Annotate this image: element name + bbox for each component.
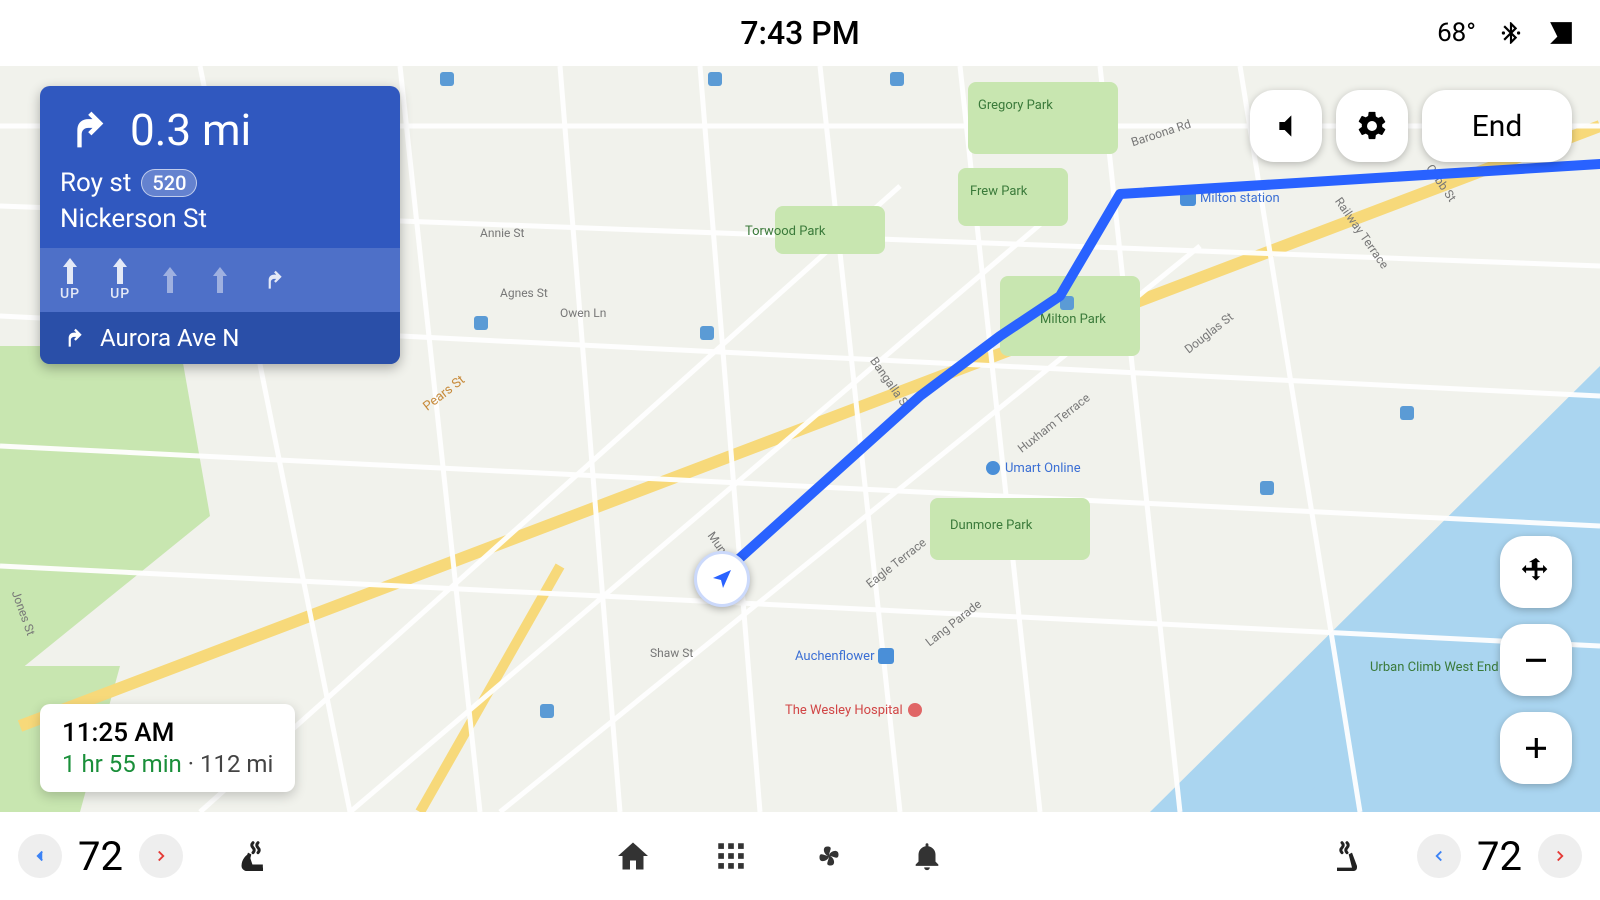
map-top-controls: End [1250,90,1572,162]
chevron-right-icon [1551,847,1569,865]
map-view[interactable]: Gregory Park Frew Park Torwood Park Milt… [0,66,1600,812]
lane-up [210,267,230,293]
bus-stop-icon [474,316,488,330]
climate-left: 72 [18,833,273,880]
eta-arrival-time: 11:25 AM [62,718,273,748]
nav-next-step: Aurora Ave N [40,312,400,364]
nav-toward-street: Nickerson St [40,204,400,248]
seat-heat-left-button[interactable] [233,836,273,876]
turn-right-icon [60,104,112,156]
climate-right-temp: 72 [1471,833,1528,880]
chevron-left-icon [31,847,49,865]
eta-distance: 112 mi [200,750,273,778]
navigation-card[interactable]: 0.3 mi Roy st 520 Nickerson St UP UP Aur… [40,86,400,364]
nav-next-street: Aurora Ave N [100,324,239,352]
apps-grid-icon [714,839,748,873]
home-button[interactable] [614,837,652,875]
road-label: Agnes St [500,286,548,300]
nav-street-row: Roy st 520 [40,168,400,204]
road-label: Owen Ln [560,306,606,320]
bus-stop-icon [700,326,714,340]
park-label: Gregory Park [978,98,1053,113]
fan-icon [810,837,848,875]
apps-button[interactable] [712,837,750,875]
poi-generic: Urban Climb West End [1370,660,1499,675]
bus-stop-icon [1260,481,1274,495]
bus-stop-icon [708,72,722,86]
chevron-right-icon [152,847,170,865]
route-badge: 520 [141,169,197,197]
lane-right [260,267,286,293]
volume-icon [1270,110,1302,142]
bluetooth-icon [1496,18,1526,48]
park-label: Frew Park [970,184,1027,199]
park-label: Milton Park [1040,312,1106,327]
temp-down-right-button[interactable] [1417,834,1461,878]
plus-icon [1521,733,1551,763]
fan-button[interactable] [810,837,848,875]
lane-up: UP [60,258,80,302]
bus-stop-icon [540,704,554,718]
bottom-nav [273,837,1287,875]
chevron-left-icon [1430,847,1448,865]
bus-stop-icon [1060,296,1074,310]
nav-lanes: UP UP [40,248,400,312]
lane-up [160,267,180,293]
pan-button[interactable] [1500,536,1572,608]
bell-icon [910,839,944,873]
status-time: 7:43 PM [740,14,859,52]
road-label: Shaw St [650,646,693,660]
climate-left-temp: 72 [72,833,129,880]
status-temperature: 68° [1437,18,1476,48]
climate-right: 72 [1287,833,1582,880]
poi-shop: Umart Online [985,460,1081,476]
mute-button[interactable] [1250,90,1322,162]
temp-up-right-button[interactable] [1538,834,1582,878]
park-label: Dunmore Park [950,518,1032,533]
status-bar: 7:43 PM 68° [0,0,1600,66]
nav-distance: 0.3 mi [130,104,251,156]
nav-maneuver-row: 0.3 mi [40,86,400,168]
poi-transit: Auchenflower [795,648,894,664]
bus-stop-icon [890,72,904,86]
map-side-controls [1500,536,1572,784]
notifications-button[interactable] [908,837,946,875]
settings-button[interactable] [1336,90,1408,162]
park-area [968,82,1118,154]
bus-stop-icon [440,72,454,86]
poi-hospital: The Wesley Hospital [785,702,923,718]
minus-icon [1521,645,1551,675]
seat-heat-icon [233,836,273,876]
gear-icon [1355,109,1389,143]
nav-street-name: Roy st [60,168,131,198]
poi-transit: Milton station [1180,190,1280,206]
turn-right-icon [60,325,86,351]
move-icon [1519,555,1553,589]
temp-down-left-button[interactable] [18,834,62,878]
home-icon [615,838,651,874]
eta-card[interactable]: 11:25 AM 1 hr 55 min · 112 mi [40,704,295,792]
lane-up: UP [110,258,130,302]
zoom-out-button[interactable] [1500,624,1572,696]
eta-duration: 1 hr 55 min [62,750,182,778]
park-label: Torwood Park [745,224,825,239]
bottom-bar: 72 72 [0,812,1600,900]
road-label: Annie St [480,226,524,240]
end-navigation-button[interactable]: End [1422,90,1572,162]
seat-heat-right-button[interactable] [1327,836,1367,876]
status-right: 68° [1437,18,1576,48]
eta-details: 1 hr 55 min · 112 mi [62,750,273,778]
bus-stop-icon [1400,406,1414,420]
seat-heat-icon [1327,836,1367,876]
current-location-icon [694,551,750,607]
temp-up-left-button[interactable] [139,834,183,878]
zoom-in-button[interactable] [1500,712,1572,784]
signal-icon [1546,18,1576,48]
end-label: End [1472,109,1523,144]
